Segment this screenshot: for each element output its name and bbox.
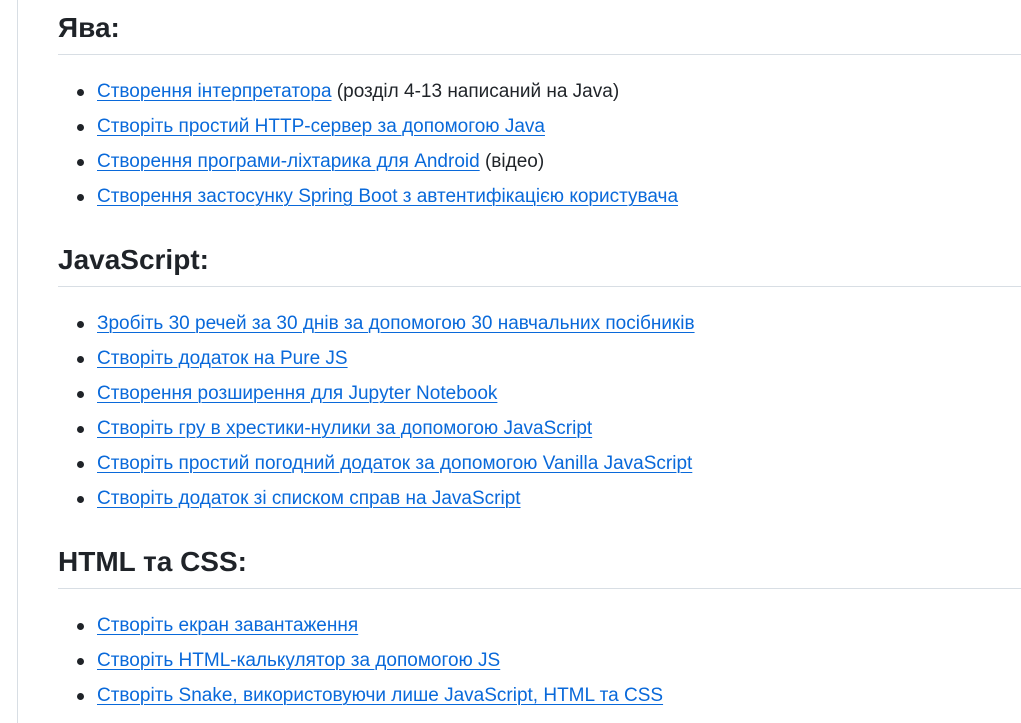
item-note: (розділ 4-13 написаний на Java)	[331, 81, 620, 102]
link-loading-screen[interactable]: Створіть екран завантаження	[97, 615, 358, 636]
html-css-list: Створіть екран завантаження Створіть HTM…	[58, 608, 1021, 713]
bullet-icon	[77, 623, 84, 630]
bullet-icon	[77, 356, 84, 363]
link-tic-tac-toe-js[interactable]: Створіть гру в хрестики-нулики за допомо…	[97, 418, 592, 439]
bullet-icon	[77, 89, 84, 96]
section-html-css: HTML та CSS: Створіть екран завантаження…	[58, 544, 1021, 713]
list-item: Створення застосунку Spring Boot з автен…	[58, 179, 1021, 214]
link-pure-js-app[interactable]: Створіть додаток на Pure JS	[97, 348, 348, 369]
javascript-list: Зробіть 30 речей за 30 днів за допомогою…	[58, 306, 1021, 516]
list-item: Створіть простий погодний додаток за доп…	[58, 446, 1021, 481]
link-todo-app-js[interactable]: Створіть додаток зі списком справ на Jav…	[97, 488, 521, 509]
list-item: Створіть Snake, використовуючи лише Java…	[58, 678, 1021, 713]
list-item: Створіть HTML-калькулятор за допомогою J…	[58, 643, 1021, 678]
link-snake-game[interactable]: Створіть Snake, використовуючи лише Java…	[97, 685, 663, 706]
section-heading-javascript: JavaScript:	[58, 242, 1021, 287]
bullet-icon	[77, 693, 84, 700]
bullet-icon	[77, 461, 84, 468]
list-item: Створіть простий HTTP-сервер за допомого…	[58, 109, 1021, 144]
bullet-icon	[77, 426, 84, 433]
section-heading-java: Ява:	[58, 10, 1021, 55]
bullet-icon	[77, 391, 84, 398]
bullet-icon	[77, 194, 84, 201]
item-note: (відео)	[479, 151, 545, 172]
list-item: Створіть екран завантаження	[58, 608, 1021, 643]
list-item: Створення розширення для Jupyter Noteboo…	[58, 376, 1021, 411]
bullet-icon	[77, 159, 84, 166]
list-item: Створення інтерпретатора (розділ 4-13 на…	[58, 74, 1021, 109]
list-item: Створіть додаток на Pure JS	[58, 341, 1021, 376]
link-jupyter-extension[interactable]: Створення розширення для Jupyter Noteboo…	[97, 383, 497, 404]
link-http-server-java[interactable]: Створіть простий HTTP-сервер за допомого…	[97, 116, 545, 137]
list-item: Створення програми-ліхтарика для Android…	[58, 144, 1021, 179]
list-item: Створіть гру в хрестики-нулики за допомо…	[58, 411, 1021, 446]
java-list: Створення інтерпретатора (розділ 4-13 на…	[58, 74, 1021, 214]
section-heading-html-css: HTML та CSS:	[58, 544, 1021, 589]
bullet-icon	[77, 321, 84, 328]
link-create-interpreter[interactable]: Створення інтерпретатора	[97, 81, 332, 102]
bullet-icon	[77, 124, 84, 131]
link-spring-boot-auth[interactable]: Створення застосунку Spring Boot з автен…	[97, 186, 678, 207]
list-item: Створіть додаток зі списком справ на Jav…	[58, 481, 1021, 516]
link-30-things-30-days[interactable]: Зробіть 30 речей за 30 днів за допомогою…	[97, 313, 695, 334]
bullet-icon	[77, 658, 84, 665]
list-item: Зробіть 30 речей за 30 днів за допомогою…	[58, 306, 1021, 341]
section-javascript: JavaScript: Зробіть 30 речей за 30 днів …	[58, 242, 1021, 516]
section-java: Ява: Створення інтерпретатора (розділ 4-…	[58, 10, 1021, 214]
bullet-icon	[77, 496, 84, 503]
link-weather-app-vanilla-js[interactable]: Створіть простий погодний додаток за доп…	[97, 453, 692, 474]
content-left-border	[17, 0, 18, 723]
link-html-calculator[interactable]: Створіть HTML-калькулятор за допомогою J…	[97, 650, 500, 671]
link-android-flashlight[interactable]: Створення програми-ліхтарика для Android	[97, 151, 480, 172]
